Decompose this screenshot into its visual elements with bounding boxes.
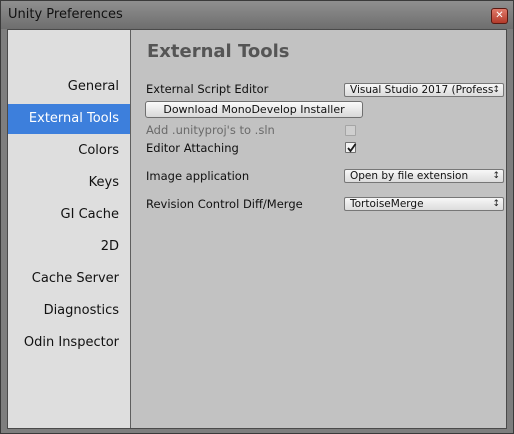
sidebar-item-colors[interactable]: Colors	[8, 136, 130, 166]
sidebar-item-keys[interactable]: Keys	[8, 168, 130, 198]
checkmark-icon	[347, 143, 357, 153]
revision-control-value: TortoiseMerge	[350, 198, 424, 210]
sidebar-item-gi-cache[interactable]: GI Cache	[8, 200, 130, 230]
sidebar-item-external-tools[interactable]: External Tools	[8, 104, 130, 134]
image-application-label: Image application	[146, 169, 250, 183]
script-editor-dropdown[interactable]: Visual Studio 2017 (Profess ↕	[344, 83, 504, 97]
title-bar[interactable]: Unity Preferences ✕	[1, 1, 513, 29]
revision-control-label: Revision Control Diff/Merge	[146, 197, 303, 211]
preferences-window: Unity Preferences ✕ General External Too…	[0, 0, 514, 434]
sidebar: General External Tools Colors Keys GI Ca…	[8, 30, 131, 428]
page-title: External Tools	[147, 41, 290, 62]
sidebar-item-cache-server[interactable]: Cache Server	[8, 264, 130, 294]
window-title: Unity Preferences	[8, 7, 123, 22]
sidebar-item-2d[interactable]: 2D	[8, 232, 130, 262]
close-button[interactable]: ✕	[491, 8, 508, 24]
add-unityproj-checkbox[interactable]	[345, 125, 356, 136]
sidebar-item-general[interactable]: General	[8, 72, 130, 102]
add-unityproj-label: Add .unityproj's to .sln	[146, 123, 275, 137]
editor-attaching-checkbox[interactable]	[345, 142, 357, 153]
script-editor-label: External Script Editor	[146, 82, 269, 96]
sidebar-item-odin-inspector[interactable]: Odin Inspector	[8, 328, 130, 358]
close-icon: ✕	[495, 10, 504, 21]
download-monodevelop-button[interactable]: Download MonoDevelop Installer	[145, 101, 363, 118]
sidebar-item-diagnostics[interactable]: Diagnostics	[8, 296, 130, 326]
revision-control-dropdown[interactable]: TortoiseMerge ↕	[344, 197, 504, 211]
chevron-down-icon: ↕	[492, 171, 500, 181]
preferences-frame: General External Tools Colors Keys GI Ca…	[7, 29, 507, 429]
image-application-dropdown[interactable]: Open by file extension ↕	[344, 169, 504, 183]
editor-attaching-label: Editor Attaching	[146, 141, 239, 155]
image-application-value: Open by file extension	[350, 170, 469, 182]
chevron-down-icon: ↕	[492, 199, 500, 209]
settings-panel: External Tools External Script Editor Vi…	[131, 30, 506, 428]
script-editor-value: Visual Studio 2017 (Profess	[350, 84, 494, 96]
chevron-down-icon: ↕	[492, 85, 500, 95]
